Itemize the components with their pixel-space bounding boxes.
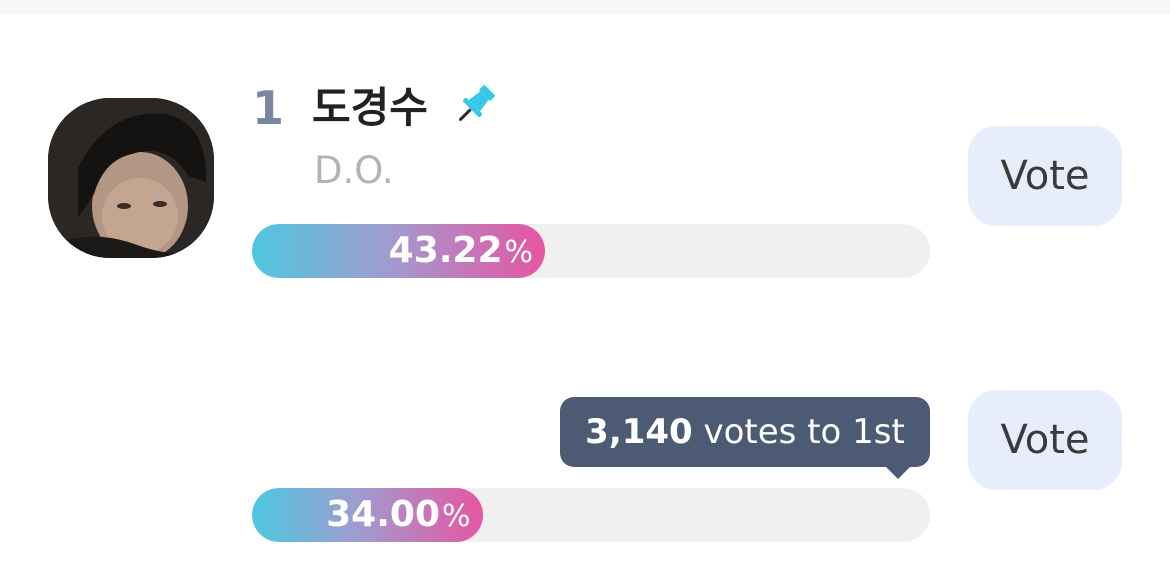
- candidate-avatar: [48, 98, 214, 258]
- percent-sign: %: [504, 235, 534, 270]
- vote-button[interactable]: Vote: [968, 126, 1122, 226]
- gap-votes-text: votes to 1st: [692, 412, 905, 452]
- percent-label: 43.22%: [389, 224, 533, 278]
- pin-icon: [452, 82, 498, 128]
- progress-track: 34.00%: [252, 488, 930, 542]
- tooltip-arrow: [886, 467, 910, 479]
- candidate-name: 도경수: [312, 83, 428, 132]
- candidate-subname: D.O.: [314, 149, 394, 192]
- percent-value: 43.22: [388, 230, 503, 271]
- candidate-row-2: 3,140 votes to 1st Vote 34.00%: [0, 300, 1170, 586]
- rank-number: 1: [252, 81, 285, 135]
- progress-fill: 43.22%: [252, 224, 546, 278]
- percent-sign: %: [442, 499, 471, 534]
- progress-track: 43.22%: [252, 224, 930, 278]
- votes-gap-tooltip: 3,140 votes to 1st: [560, 397, 930, 479]
- percent-label: 34.00%: [326, 488, 470, 542]
- gap-votes-count: 3,140: [585, 412, 693, 452]
- percent-value: 34.00: [326, 494, 440, 535]
- vote-button[interactable]: Vote: [968, 390, 1122, 490]
- candidate-row-1: 1 도경수 D.O. Vote 43.22%: [0, 0, 1170, 300]
- progress-fill: 34.00%: [252, 488, 483, 542]
